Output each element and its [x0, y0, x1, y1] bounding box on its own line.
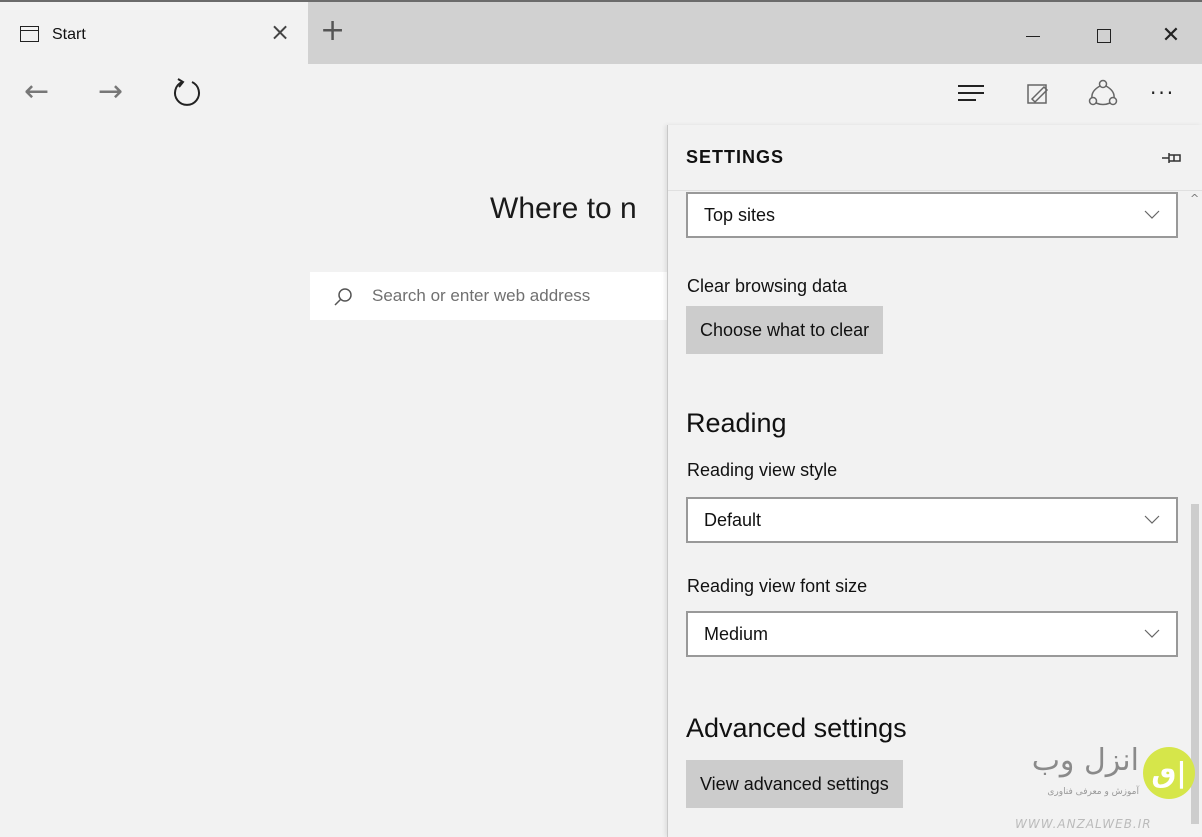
title-bar: Start × + ✕: [0, 0, 1202, 66]
more-button[interactable]: ···: [1150, 78, 1184, 108]
new-tab-button[interactable]: +: [320, 16, 345, 46]
scroll-up-icon[interactable]: ^: [1190, 192, 1199, 205]
clear-browsing-data-label: Clear browsing data: [687, 276, 848, 296]
open-with-select[interactable]: Top sites: [686, 192, 1178, 238]
view-advanced-settings-button[interactable]: View advanced settings: [686, 760, 903, 808]
back-button[interactable]: ←: [24, 74, 49, 110]
open-with-value: Top sites: [704, 205, 776, 225]
refresh-button[interactable]: [170, 76, 204, 110]
reading-view-style-select[interactable]: Default: [686, 497, 1178, 543]
reading-heading: Reading: [686, 408, 787, 438]
watermark-title: انزل وب: [1031, 743, 1139, 778]
forward-button[interactable]: →: [98, 74, 123, 110]
watermark-subtitle: آموزش و معرفی فناوری: [1047, 787, 1139, 797]
tab-page-icon: [20, 26, 39, 42]
choose-what-to-clear-button[interactable]: Choose what to clear: [686, 306, 884, 354]
search-icon: [334, 288, 352, 306]
chevron-down-icon: [1144, 629, 1160, 638]
watermark: ٯ| انزل وب آموزش و معرفی فناوری WWW.ANZA…: [1005, 735, 1202, 837]
start-headline: Where to n: [490, 192, 637, 225]
chevron-down-icon: [1144, 515, 1160, 524]
chevron-down-icon: [1144, 210, 1160, 219]
reading-view-font-size-label: Reading view font size: [687, 576, 868, 596]
tab-title: Start: [52, 26, 86, 43]
pin-icon[interactable]: [1161, 149, 1183, 167]
share-icon: [1088, 79, 1118, 106]
advanced-settings-heading: Advanced settings: [686, 713, 907, 743]
refresh-icon: [174, 78, 200, 106]
minimize-icon: [1026, 35, 1040, 37]
search-placeholder: Search or enter web address: [372, 286, 591, 305]
reading-view-style-label: Reading view style: [687, 460, 838, 480]
navigation-bar: ← → ···: [0, 64, 1202, 122]
reading-view-font-size-value: Medium: [704, 624, 769, 644]
web-note-button[interactable]: [1022, 78, 1056, 108]
search-input[interactable]: Search or enter web address: [310, 272, 690, 320]
maximize-icon: [1097, 29, 1111, 43]
share-button[interactable]: [1086, 78, 1120, 108]
hub-button[interactable]: [956, 78, 990, 108]
close-window-button[interactable]: ✕: [1148, 16, 1194, 56]
minimize-button[interactable]: [1010, 16, 1056, 56]
tab-start[interactable]: Start ×: [0, 2, 308, 66]
tab-close-icon[interactable]: ×: [270, 20, 290, 44]
reading-view-style-value: Default: [704, 510, 762, 530]
reading-view-font-size-select[interactable]: Medium: [686, 611, 1178, 657]
settings-title: SETTINGS: [686, 147, 785, 167]
settings-header: SETTINGS: [668, 125, 1202, 191]
web-note-icon: [1027, 84, 1049, 104]
watermark-url: WWW.ANZALWEB.IR: [1015, 817, 1152, 831]
maximize-button[interactable]: [1081, 16, 1127, 56]
watermark-logo: ٯ|: [1143, 747, 1195, 799]
